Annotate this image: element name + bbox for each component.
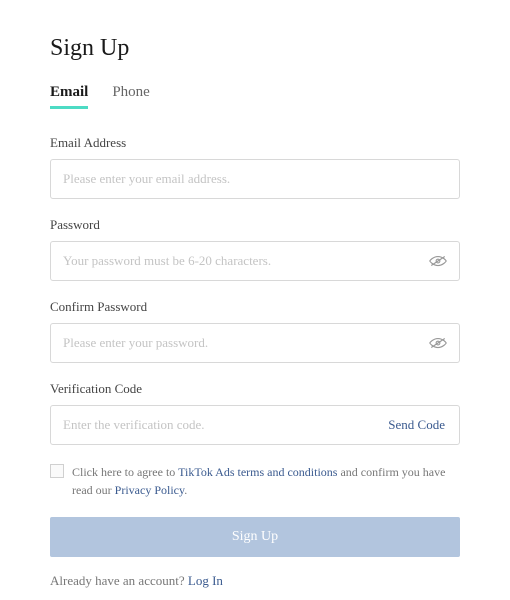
confirm-password-input[interactable]: [51, 325, 417, 361]
email-label: Email Address: [50, 135, 460, 151]
agreement-suffix: .: [184, 483, 187, 497]
agreement-prefix: Click here to agree to: [72, 465, 178, 479]
agreement-row: Click here to agree to TikTok Ads terms …: [50, 463, 460, 499]
verification-input-wrapper: Send Code: [50, 405, 460, 445]
tab-phone[interactable]: Phone: [112, 84, 150, 107]
login-link[interactable]: Log In: [188, 573, 223, 588]
confirm-password-input-wrapper: [50, 323, 460, 363]
email-input[interactable]: [51, 161, 459, 197]
password-input-wrapper: [50, 241, 460, 281]
email-field-group: Email Address: [50, 135, 460, 199]
confirm-password-label: Confirm Password: [50, 299, 460, 315]
verification-field-group: Verification Code Send Code: [50, 381, 460, 445]
login-prompt-text: Already have an account?: [50, 573, 188, 588]
terms-link[interactable]: TikTok Ads terms and conditions: [178, 465, 337, 479]
password-visibility-toggle-icon[interactable]: [417, 254, 459, 268]
verification-input[interactable]: [51, 407, 374, 443]
password-field-group: Password: [50, 217, 460, 281]
agreement-text: Click here to agree to TikTok Ads terms …: [72, 463, 460, 499]
verification-label: Verification Code: [50, 381, 460, 397]
password-input[interactable]: [51, 243, 417, 279]
confirm-password-visibility-toggle-icon[interactable]: [417, 336, 459, 350]
signup-tabs: Email Phone: [50, 84, 460, 107]
send-code-button[interactable]: Send Code: [374, 417, 459, 433]
agreement-checkbox[interactable]: [50, 464, 64, 478]
password-label: Password: [50, 217, 460, 233]
tab-email[interactable]: Email: [50, 84, 88, 107]
privacy-link[interactable]: Privacy Policy: [115, 483, 185, 497]
login-prompt: Already have an account? Log In: [50, 573, 460, 589]
page-title: Sign Up: [50, 35, 460, 62]
confirm-password-field-group: Confirm Password: [50, 299, 460, 363]
email-input-wrapper: [50, 159, 460, 199]
signup-button[interactable]: Sign Up: [50, 517, 460, 557]
